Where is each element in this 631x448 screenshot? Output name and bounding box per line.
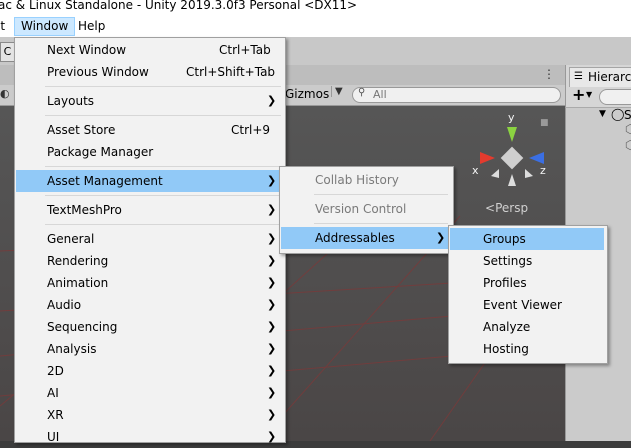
menu-item-next-window[interactable]: Next Window Ctrl+Tab (16, 39, 284, 61)
menu-item-2d[interactable]: 2D ❯ (16, 360, 284, 382)
persp-arrow-icon: < (485, 201, 496, 215)
gizmos-button[interactable]: Gizmos (285, 87, 329, 101)
menu-item-rendering[interactable]: Rendering ❯ (16, 250, 284, 272)
unity-scene-icon: ◯ (611, 107, 625, 121)
hierarchy-toolbar: + ▼ (565, 85, 631, 108)
menu-item-animation[interactable]: Animation ❯ (16, 272, 284, 294)
shortcut-label: Ctrl+Shift+Tab (186, 65, 276, 79)
menu-separator (45, 195, 281, 196)
visibility-icon[interactable]: ◐ (0, 87, 10, 100)
menu-item-sequencing[interactable]: Sequencing ❯ (16, 316, 284, 338)
chevron-right-icon: ❯ (267, 276, 277, 289)
menu-item-ui[interactable]: UI ❯ (16, 426, 284, 448)
menu-bar: it Window Help (0, 17, 631, 37)
gameobject-icon-2: ⬡ (625, 138, 631, 152)
menu-item-audio[interactable]: Audio ❯ (16, 294, 284, 316)
menu-separator (45, 86, 281, 87)
orientation-gizmo[interactable] (477, 124, 547, 194)
menu-item-settings[interactable]: Settings (450, 250, 604, 272)
search-icon: ⚲ (358, 87, 366, 98)
menu-item-collab-history[interactable]: Collab History (281, 169, 452, 191)
hierarchy-tab-label: Hierarch (588, 70, 631, 84)
menu-window[interactable]: Window (14, 17, 76, 36)
chevron-right-icon: ❯ (267, 408, 277, 421)
shortcut-label: Ctrl+Tab (219, 43, 271, 57)
gizmo-y-label: y (508, 111, 515, 124)
menu-item-addressables[interactable]: Addressables ❯ (281, 227, 452, 249)
menu-item-general[interactable]: General ❯ (16, 228, 284, 250)
menu-item-hosting[interactable]: Hosting (450, 338, 604, 360)
menu-item-version-control[interactable]: Version Control (281, 198, 452, 220)
menu-item-groups[interactable]: Groups (450, 228, 604, 250)
chevron-right-icon: ❯ (267, 364, 277, 377)
scene-search-input[interactable]: ⚲ All (352, 87, 561, 103)
chevron-right-icon: ❯ (267, 174, 277, 187)
expand-scene-icon[interactable]: ▼ (599, 109, 606, 119)
window-title: ac & Linux Standalone - Unity 2019.3.0f3… (0, 0, 358, 12)
chevron-right-icon: ❯ (267, 320, 277, 333)
search-placeholder: All (373, 88, 387, 101)
menu-item-package-manager[interactable]: Package Manager (16, 141, 284, 163)
hierarchy-icon: ☰ (574, 71, 583, 82)
hierarchy-search-input[interactable] (599, 89, 631, 105)
menu-help[interactable]: Help (72, 17, 111, 36)
menu-separator (45, 224, 281, 225)
scene-name-initial: S (624, 108, 631, 122)
chevron-right-icon: ❯ (267, 94, 277, 107)
hierarchy-tab-bar: ☰ Hierarch (565, 65, 631, 88)
menu-item-asset-management[interactable]: Asset Management ❯ (16, 170, 284, 192)
chevron-right-icon: ❯ (267, 430, 277, 443)
chevron-right-icon: ❯ (267, 298, 277, 311)
menu-item-previous-window[interactable]: Previous Window Ctrl+Shift+Tab (16, 61, 284, 83)
chevron-right-icon: ❯ (267, 203, 277, 216)
gameobject-icon-1: ⬡ (625, 122, 631, 136)
menu-item-xr[interactable]: XR ❯ (16, 404, 284, 426)
menu-item-analyze[interactable]: Analyze (450, 316, 604, 338)
menu-item-textmeshpro[interactable]: TextMeshPro ❯ (16, 199, 284, 221)
gizmo-x-label: x (472, 164, 479, 177)
menu-item-analysis[interactable]: Analysis ❯ (16, 338, 284, 360)
menu-item-profiles[interactable]: Profiles (450, 272, 604, 294)
chevron-right-icon: ❯ (267, 386, 277, 399)
chevron-right-icon: ❯ (267, 232, 277, 245)
add-dropdown-icon[interactable]: ▼ (586, 90, 592, 99)
menu-separator (45, 166, 281, 167)
menu-separator (314, 223, 448, 224)
gizmos-dropdown-icon[interactable]: ▼ (331, 86, 343, 97)
asset-management-submenu: Collab History Version Control Addressab… (279, 166, 454, 254)
more-icon[interactable]: ⋮ (543, 67, 555, 81)
title-bar: ac & Linux Standalone - Unity 2019.3.0f3… (0, 0, 631, 17)
lock-icon[interactable]: ■ (540, 118, 549, 128)
addressables-submenu: Groups Settings Profiles Event Viewer An… (448, 225, 608, 364)
collab-button[interactable]: C (0, 42, 15, 62)
menu-separator (314, 194, 448, 195)
chevron-right-icon: ❯ (267, 342, 277, 355)
add-button[interactable]: + (572, 85, 585, 104)
menu-separator (45, 115, 281, 116)
window-menu: Next Window Ctrl+Tab Previous Window Ctr… (14, 37, 286, 444)
shortcut-label: Ctrl+9 (231, 123, 271, 137)
menu-item-event-viewer[interactable]: Event Viewer (450, 294, 604, 316)
gizmo-z-label: z (540, 164, 546, 177)
chevron-right-icon: ❯ (436, 231, 446, 244)
menu-edit[interactable]: it (0, 17, 11, 36)
chevron-right-icon: ❯ (267, 254, 277, 267)
menu-item-layouts[interactable]: Layouts ❯ (16, 90, 284, 112)
menu-item-asset-store[interactable]: Asset Store Ctrl+9 (16, 119, 284, 141)
menu-item-ai[interactable]: AI ❯ (16, 382, 284, 404)
persp-label[interactable]: <Persp (485, 201, 528, 215)
